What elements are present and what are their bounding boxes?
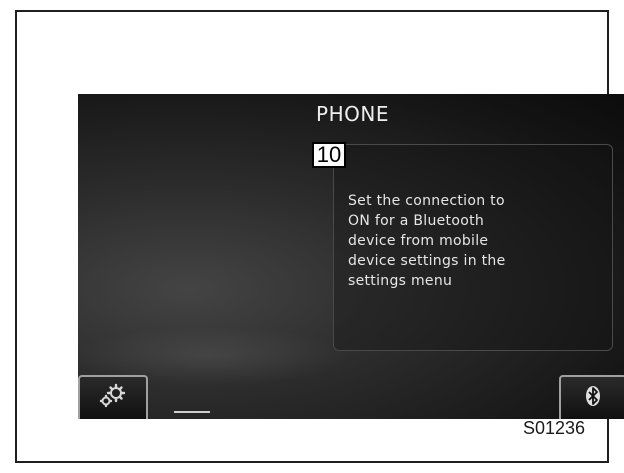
settings-button[interactable] <box>78 375 148 419</box>
bluetooth-icon <box>582 382 604 415</box>
message-panel: Set the connection to ON for a Bluetooth… <box>333 144 613 351</box>
figure-code: S01236 <box>522 418 585 438</box>
callout-number: 10 <box>312 142 346 168</box>
head-unit-screen: PHONE Set the connection to ON for a Blu… <box>78 94 624 419</box>
page-indicator <box>174 411 210 413</box>
bluetooth-button[interactable] <box>559 375 624 419</box>
screen-title: PHONE <box>316 102 389 126</box>
figure-frame: PHONE Set the connection to ON for a Blu… <box>15 10 624 463</box>
bluetooth-instruction-text: Set the connection to ON for a Bluetooth… <box>348 193 506 289</box>
gear-cluster-icon <box>95 382 131 415</box>
